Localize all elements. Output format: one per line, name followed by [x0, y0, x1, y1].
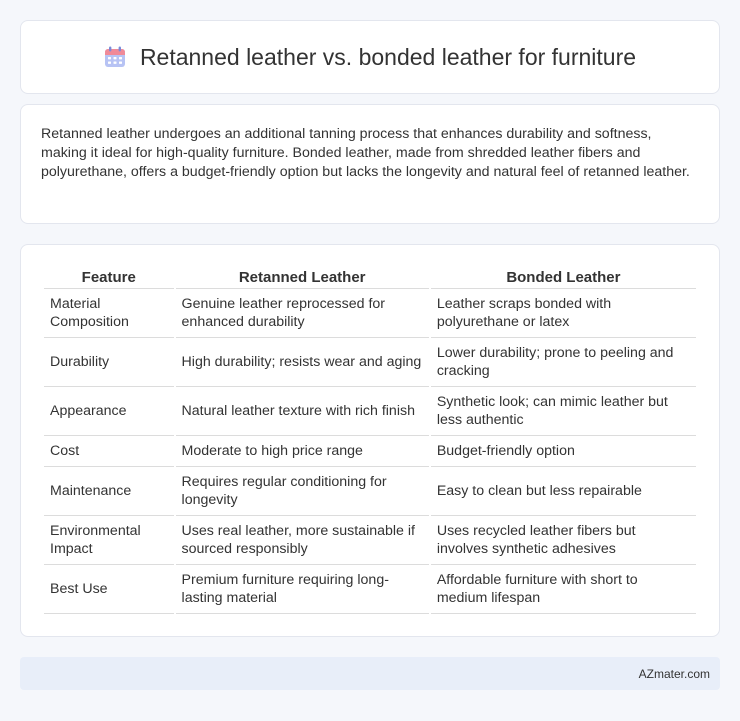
table-row: Best Use Premium furniture requiring lon…: [44, 565, 696, 614]
cell-retanned: High durability; resists wear and aging: [175, 338, 429, 387]
table-row: Appearance Natural leather texture with …: [44, 387, 696, 436]
header-retanned: Retanned Leather: [175, 265, 429, 289]
cell-bonded: Uses recycled leather fibers but involve…: [430, 516, 696, 565]
intro-paragraph: Retanned leather undergoes an additional…: [41, 126, 690, 180]
comparison-table-card: Feature Retanned Leather Bonded Leather …: [20, 244, 720, 637]
cell-retanned: Moderate to high price range: [175, 436, 429, 467]
header-feature: Feature: [44, 265, 174, 289]
header-bonded: Bonded Leather: [430, 265, 696, 289]
table-row: Material Composition Genuine leather rep…: [44, 289, 696, 338]
cell-bonded: Synthetic look; can mimic leather but le…: [430, 387, 696, 436]
cell-feature: Durability: [44, 338, 174, 387]
intro-card: Retanned leather undergoes an additional…: [20, 104, 720, 224]
cell-feature: Best Use: [44, 565, 174, 614]
table-row: Durability High durability; resists wear…: [44, 338, 696, 387]
table-header-row: Feature Retanned Leather Bonded Leather: [44, 265, 696, 289]
footer-bar: AZmater.com: [20, 657, 720, 690]
comparison-table: Feature Retanned Leather Bonded Leather …: [42, 265, 698, 614]
footer-brand-link[interactable]: AZmater.com: [639, 667, 710, 681]
table-row: Maintenance Requires regular conditionin…: [44, 467, 696, 516]
cell-retanned: Premium furniture requiring long-lasting…: [175, 565, 429, 614]
cell-feature: Appearance: [44, 387, 174, 436]
cell-bonded: Leather scraps bonded with polyurethane …: [430, 289, 696, 338]
cell-retanned: Uses real leather, more sustainable if s…: [175, 516, 429, 565]
calendar-icon: [104, 46, 126, 68]
table-row: Cost Moderate to high price range Budget…: [44, 436, 696, 467]
cell-retanned: Requires regular conditioning for longev…: [175, 467, 429, 516]
cell-feature: Environmental Impact: [44, 516, 174, 565]
cell-feature: Maintenance: [44, 467, 174, 516]
table-row: Environmental Impact Uses real leather, …: [44, 516, 696, 565]
page-title: Retanned leather vs. bonded leather for …: [139, 43, 637, 70]
cell-bonded: Lower durability; prone to peeling and c…: [430, 338, 696, 387]
title-card: Retanned leather vs. bonded leather for …: [20, 20, 720, 94]
cell-feature: Cost: [44, 436, 174, 467]
cell-bonded: Affordable furniture with short to mediu…: [430, 565, 696, 614]
cell-bonded: Budget-friendly option: [430, 436, 696, 467]
cell-retanned: Natural leather texture with rich finish: [175, 387, 429, 436]
cell-retanned: Genuine leather reprocessed for enhanced…: [175, 289, 429, 338]
cell-bonded: Easy to clean but less repairable: [430, 467, 696, 516]
cell-feature: Material Composition: [44, 289, 174, 338]
